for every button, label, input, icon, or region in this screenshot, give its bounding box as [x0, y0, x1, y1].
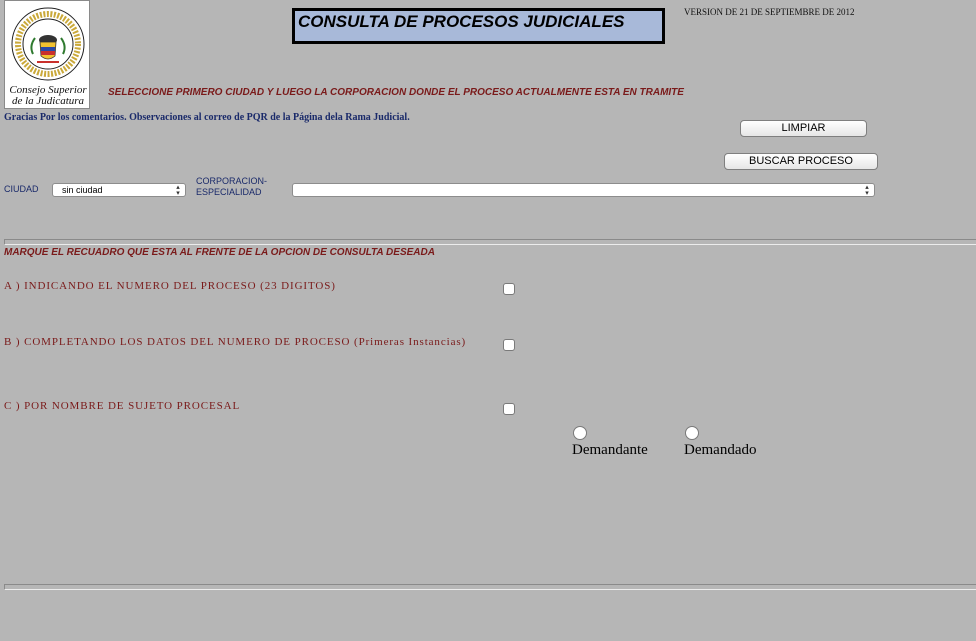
corporation-label: CORPORACION- ESPECIALIDAD: [196, 176, 268, 197]
option-b-label: B ) COMPLETANDO LOS DATOS DEL NUMERO DE …: [4, 336, 467, 348]
option-c-checkbox[interactable]: [503, 403, 515, 415]
defendant-label: Demandado: [684, 442, 757, 458]
option-b-checkbox[interactable]: [503, 339, 515, 351]
corporation-select[interactable]: ▴ ▾: [292, 183, 875, 197]
options-heading: MARQUE EL RECUADRO QUE ESTA AL FRENTE DE…: [4, 247, 435, 258]
plaintiff-radio[interactable]: [573, 426, 587, 440]
search-process-button[interactable]: BUSCAR PROCESO: [724, 153, 878, 170]
divider: [4, 239, 976, 245]
version-text: VERSION DE 21 DE SEPTIEMBRE DE 2012: [684, 7, 855, 17]
coat-of-arms-icon: [11, 7, 85, 81]
divider: [4, 584, 976, 590]
logo-caption: Consejo Superior de la Judicatura: [9, 84, 87, 107]
select-arrows-icon: ▴ ▾: [865, 184, 869, 197]
option-c-label: C ) POR NOMBRE DE SUJETO PROCESAL: [4, 400, 241, 412]
clear-button[interactable]: LIMPIAR: [740, 120, 867, 137]
option-a-label: A ) INDICANDO EL NUMERO DEL PROCESO (23 …: [4, 280, 336, 292]
thanks-text: Gracias Por los comentarios. Observacion…: [4, 112, 410, 123]
city-label: CIUDAD: [4, 184, 39, 194]
rama-judicial-logo: Consejo Superior de la Judicatura: [4, 0, 90, 109]
instruction-text: SELECCIONE PRIMERO CIUDAD Y LUEGO LA COR…: [108, 87, 684, 98]
plaintiff-label: Demandante: [572, 442, 648, 458]
defendant-radio[interactable]: [685, 426, 699, 440]
select-arrows-icon: ▴ ▾: [176, 184, 180, 197]
option-a-checkbox[interactable]: [503, 283, 515, 295]
page-title-box: CONSULTA DE PROCESOS JUDICIALES: [292, 8, 665, 44]
city-select-value: sin ciudad: [62, 185, 103, 195]
city-select[interactable]: sin ciudad ▴ ▾: [52, 183, 186, 197]
page-title: CONSULTA DE PROCESOS JUDICIALES: [298, 12, 625, 31]
